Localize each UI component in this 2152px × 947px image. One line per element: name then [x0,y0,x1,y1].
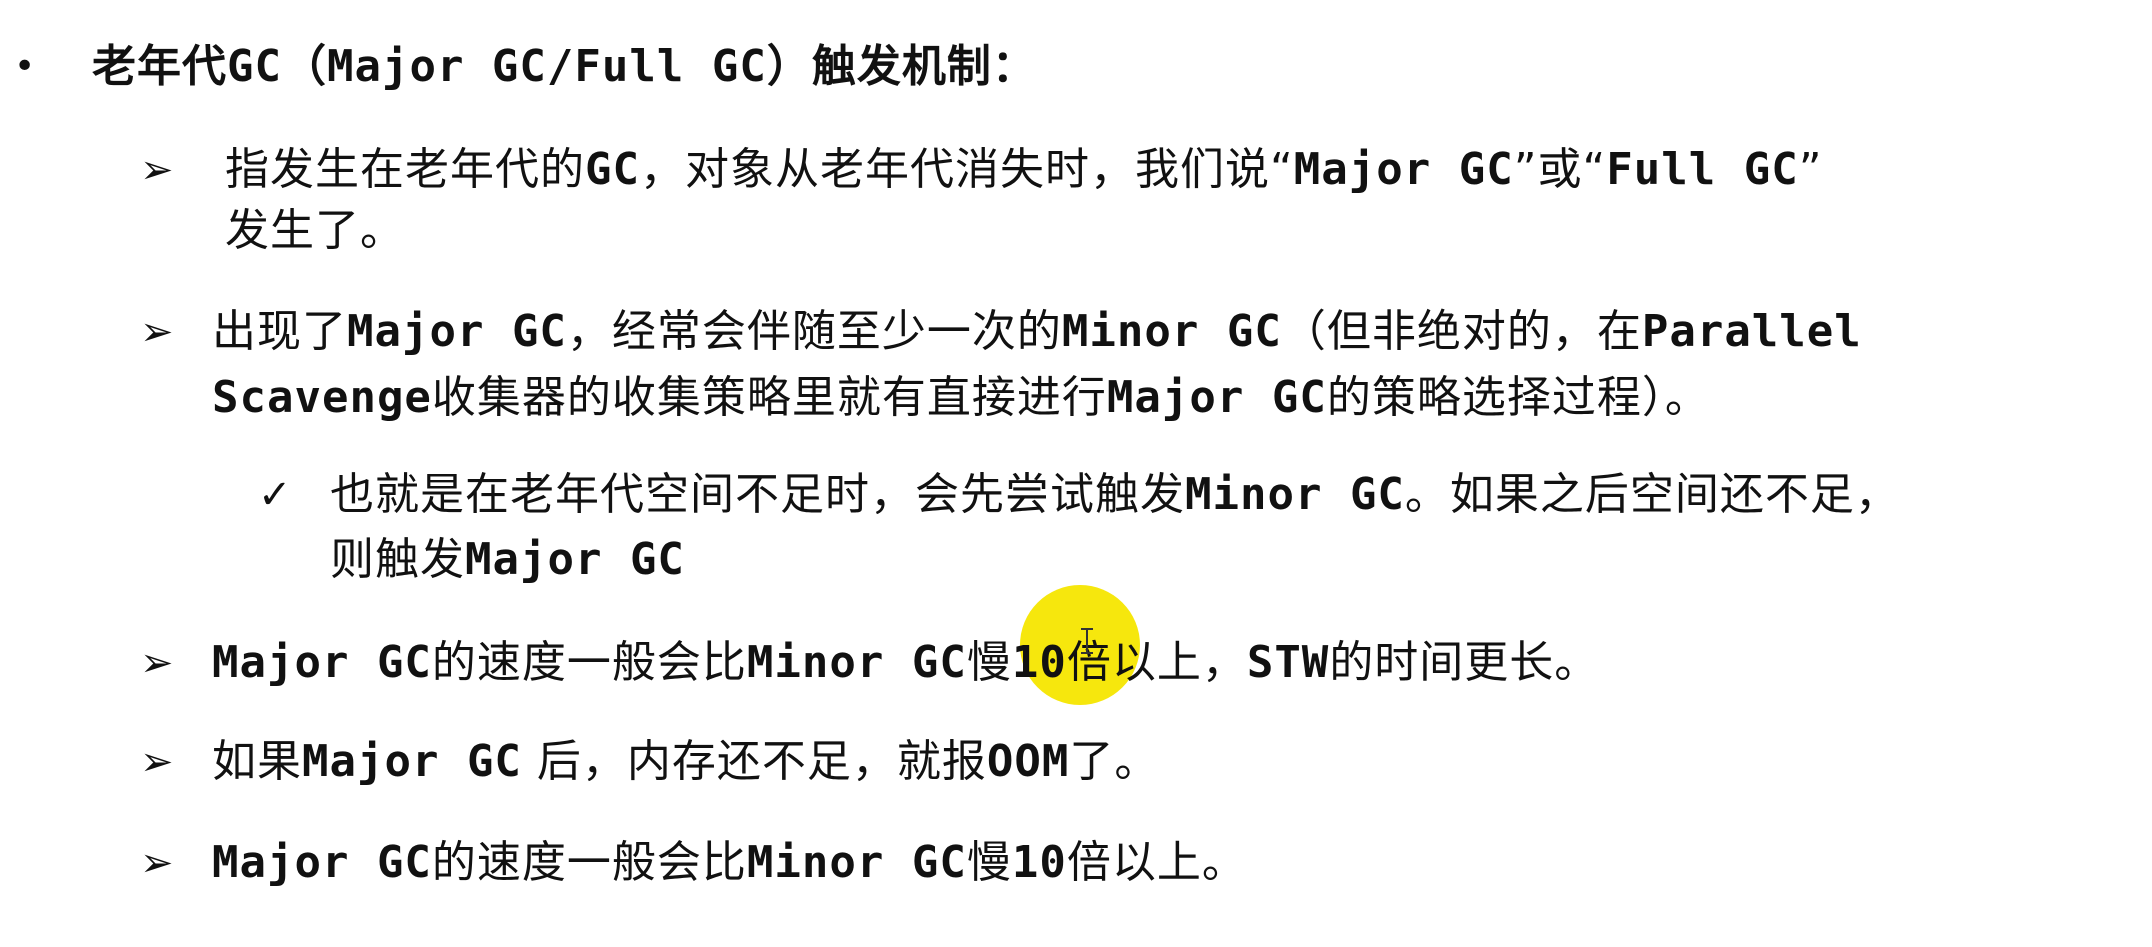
code-text: Parallel [1641,306,1862,357]
item-3: Major GC的速度一般会比Minor GC慢10倍以上，STW的时间更长。 [212,628,1599,698]
heading-suffix: 触发机制： [811,41,1037,92]
text: 后，内存还不足，就报 [521,736,987,787]
text: 的速度一般会比 [431,637,747,688]
text: （但非绝对的，在 [1281,306,1642,357]
subitem-line-2: 则触发Major GC [330,525,685,595]
code-text: Major GC [212,837,432,888]
code-text: 10 [1011,637,1067,688]
code-text: Scavenge [212,372,432,423]
text: 。如果之后空间还不足， [1404,469,1900,520]
text: ”或“ [1513,144,1607,195]
slide: • 老年代GC（Major GC/Full GC）触发机制： ➢ 指发生在老年代… [0,0,2152,947]
text: 则触发 [330,534,465,585]
text: 收集器的收集策略里就有直接进行 [431,372,1107,423]
arrow-icon: ➢ [140,309,174,355]
arrow-icon: ➢ [140,840,174,886]
text: 指发生在老年代的 [225,144,585,195]
item-1-line-2: 发生了。 [225,205,405,256]
text: 出现了 [212,306,347,357]
heading: 老年代GC（Major GC/Full GC）触发机制： [92,32,1037,102]
text: ” [1798,144,1823,195]
code-text: Minor GC [1061,306,1282,357]
text: 慢 [966,837,1012,888]
code-text: Major GC [347,306,567,357]
item-5: Major GC的速度一般会比Minor GC慢10倍以上。 [212,828,1247,898]
check-icon: ✓ [258,472,292,518]
text: 倍以上。 [1066,837,1247,888]
item-2-line-2: Scavenge收集器的收集策略里就有直接进行Major GC的策略选择过程）。 [212,363,1710,433]
item-1-line-1: 指发生在老年代的GC，对象从老年代消失时，我们说“Major GC”或“Full… [225,135,1823,205]
text: 的策略选择过程）。 [1326,372,1710,423]
code-text: Major GC [302,736,522,787]
heading-prefix: 老年代 [92,41,227,92]
code-text: Minor GC [1185,469,1405,520]
subitem-line-1: 也就是在老年代空间不足时，会先尝试触发Minor GC。如果之后空间还不足， [330,460,1900,530]
text: 如果 [212,736,302,787]
code-text: GC [585,144,640,195]
item-2-line-1: 出现了Major GC，经常会伴随至少一次的Minor GC（但非绝对的，在Pa… [212,297,1862,367]
code-text: 10 [1011,837,1067,888]
arrow-icon: ➢ [140,147,174,193]
code-text: Minor GC [746,637,967,688]
code-text: Full GC [1606,144,1799,195]
text: 的时间更长。 [1329,637,1600,688]
heading-mono: GC（Major GC/Full GC） [227,41,812,92]
text: ，对象从老年代消失时，我们说“ [639,144,1294,195]
code-text: Minor GC [746,837,967,888]
text-cursor-icon [1081,628,1093,654]
bullet-icon: • [14,46,36,87]
code-text: OOM [986,736,1070,787]
arrow-icon: ➢ [140,739,174,785]
code-text: STW [1246,637,1330,688]
code-text: Major GC [1293,144,1514,195]
text: 倍以上， [1066,637,1247,688]
arrow-icon: ➢ [140,640,174,686]
text: 的速度一般会比 [431,837,747,888]
text: ，经常会伴随至少一次的 [566,306,1062,357]
code-text: Major GC [212,637,432,688]
text: 也就是在老年代空间不足时，会先尝试触发 [330,469,1185,520]
code-text: Major GC [1106,372,1327,423]
text: 慢 [966,637,1012,688]
item-4: 如果Major GC 后，内存还不足，就报OOM了。 [212,727,1159,797]
text: 了。 [1069,736,1160,787]
code-text: Major GC [465,534,685,585]
